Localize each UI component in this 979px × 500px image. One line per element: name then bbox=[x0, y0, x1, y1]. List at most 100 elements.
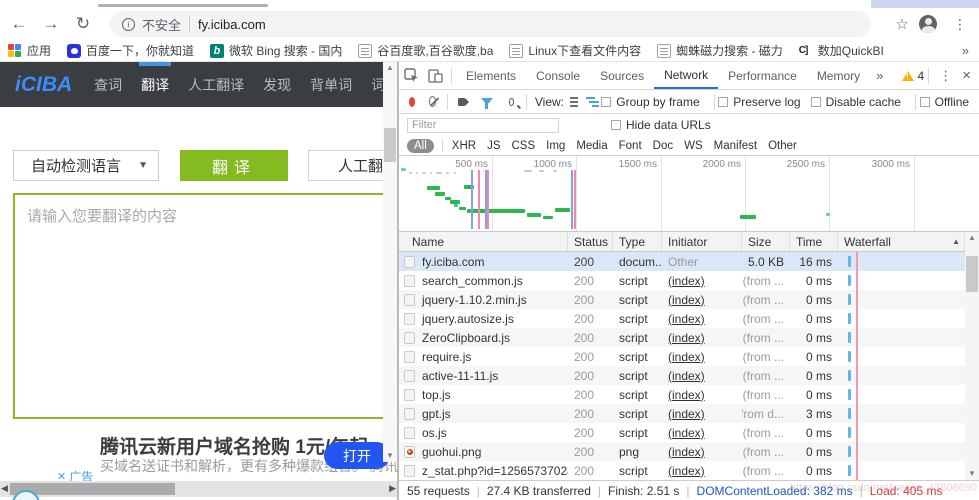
filter-icon[interactable] bbox=[480, 98, 493, 109]
profile-avatar[interactable] bbox=[919, 15, 937, 33]
request-name[interactable]: fy.iciba.com bbox=[399, 252, 568, 271]
offline-checkbox[interactable]: Offline bbox=[919, 95, 969, 109]
request-name[interactable]: active-11-11.js bbox=[399, 366, 568, 385]
bookmark-star-icon[interactable]: ☆ bbox=[889, 11, 915, 37]
scroll-down-icon[interactable]: ▼ bbox=[383, 450, 397, 462]
initiator-cell[interactable]: (index) bbox=[662, 423, 742, 442]
devtools-menu-icon[interactable]: ⋮ bbox=[933, 68, 958, 84]
table-row[interactable]: jquery-1.10.2.min.js 200 script (index) (fro… bbox=[399, 290, 965, 309]
warnings-badge[interactable]: 4 bbox=[901, 69, 924, 83]
site-nav-item[interactable]: 人工翻译 bbox=[188, 62, 244, 107]
clear-icon[interactable] bbox=[428, 96, 437, 107]
column-header-initiator[interactable]: Initiator bbox=[662, 232, 742, 251]
devtools-tab-memory[interactable]: Memory bbox=[807, 62, 870, 89]
reload-icon[interactable]: ↻ bbox=[70, 11, 96, 37]
type-filter-font[interactable]: Font bbox=[619, 140, 642, 152]
info-icon[interactable]: i bbox=[122, 17, 135, 31]
inspect-element-icon[interactable] bbox=[399, 66, 423, 86]
back-icon[interactable]: ← bbox=[6, 11, 32, 37]
scroll-right-icon[interactable]: ▶ bbox=[389, 483, 396, 494]
scroll-up-icon[interactable]: ▲ bbox=[965, 232, 979, 244]
initiator-cell[interactable]: (index) bbox=[662, 404, 742, 423]
type-filter-doc[interactable]: Doc bbox=[653, 140, 673, 152]
initiator-cell[interactable]: (index) bbox=[662, 328, 742, 347]
type-filter-all[interactable]: All bbox=[407, 138, 434, 153]
record-icon[interactable] bbox=[409, 96, 415, 107]
initiator-cell[interactable]: (index) bbox=[662, 366, 742, 385]
type-filter-other[interactable]: Other bbox=[768, 140, 797, 152]
devtools-tab-sources[interactable]: Sources bbox=[590, 62, 654, 89]
waterfall-view-icon[interactable] bbox=[585, 96, 599, 107]
list-view-icon[interactable] bbox=[570, 96, 578, 107]
network-overview-timeline[interactable]: 500 ms 1000 ms 1500 ms 2000 ms 2500 ms 3000 m… bbox=[399, 156, 979, 232]
devtools-tab-network[interactable]: Network bbox=[654, 62, 719, 89]
scroll-up-icon[interactable]: ▲ bbox=[383, 62, 397, 74]
type-filter-ws[interactable]: WS bbox=[684, 140, 703, 152]
forward-icon[interactable]: → bbox=[38, 11, 64, 37]
url-text[interactable]: fy.iciba.com bbox=[198, 17, 266, 32]
initiator-cell[interactable]: (index) bbox=[662, 385, 742, 404]
bookmark-item[interactable]: 百度一下，你就知道 bbox=[67, 42, 194, 59]
iciba-logo[interactable]: iCIBA bbox=[15, 73, 72, 97]
initiator-cell[interactable]: (index) bbox=[662, 290, 742, 309]
table-row[interactable]: guohui.png 200 png (index) (from ... 0 ms bbox=[399, 442, 965, 461]
scroll-left-icon[interactable]: ◀ bbox=[1, 483, 8, 494]
table-row[interactable]: gpt.js 200 script (index)(from d... 3 ms bbox=[399, 404, 965, 423]
filter-input[interactable] bbox=[407, 117, 559, 133]
table-row[interactable]: os.js 200 script (index) (from ... 0 ms bbox=[399, 423, 965, 442]
initiator-cell[interactable]: (index) bbox=[662, 442, 742, 461]
preserve-log-checkbox[interactable]: Preserve log bbox=[718, 95, 801, 109]
column-header-waterfall[interactable]: Waterfall ▲ bbox=[838, 232, 965, 251]
bookmark-item[interactable]: C] 数加QuickBI bbox=[799, 42, 884, 59]
column-header-size[interactable]: Size bbox=[742, 232, 790, 251]
type-filter-xhr[interactable]: XHR bbox=[452, 140, 476, 152]
active-tab-title[interactable] bbox=[98, 4, 268, 7]
disable-cache-checkbox[interactable]: Disable cache bbox=[810, 95, 901, 109]
page-vertical-scrollbar[interactable]: ▲ ▼ bbox=[383, 62, 397, 462]
column-header-status[interactable]: Status bbox=[568, 232, 613, 251]
bookmark-item[interactable]: b 微软 Bing 搜索 - 国内 bbox=[210, 42, 342, 59]
request-name[interactable]: z_stat.php?id=1256573702&w... bbox=[399, 461, 568, 480]
table-scrollbar[interactable]: ▲ ▼ bbox=[965, 232, 979, 480]
page-horizontal-scrollbar[interactable]: ◀ ▶ bbox=[0, 481, 397, 497]
more-tabs-icon[interactable]: » bbox=[870, 68, 889, 83]
request-name[interactable]: jquery.autosize.js bbox=[399, 309, 568, 328]
language-select[interactable]: 自动检测语言 ▼ bbox=[13, 150, 159, 181]
table-row[interactable]: z_stat.php?id=1256573702&w... 200 script (i… bbox=[399, 461, 965, 480]
screenshot-capture-icon[interactable] bbox=[457, 97, 469, 106]
translate-input[interactable] bbox=[13, 193, 397, 419]
scrollbar-thumb[interactable] bbox=[384, 128, 396, 162]
request-name[interactable]: jquery-1.10.2.min.js bbox=[399, 290, 568, 309]
scroll-down-icon[interactable]: ▼ bbox=[965, 468, 979, 480]
type-filter-manifest[interactable]: Manifest bbox=[714, 140, 757, 152]
ad-open-button[interactable]: 打开 bbox=[324, 442, 390, 469]
request-name[interactable]: top.js bbox=[399, 385, 568, 404]
hide-data-urls-checkbox[interactable]: Hide data URLs bbox=[611, 118, 711, 132]
type-filter-img[interactable]: Img bbox=[546, 140, 565, 152]
table-row[interactable]: jquery.autosize.js 200 script (index) (from … bbox=[399, 309, 965, 328]
type-filter-css[interactable]: CSS bbox=[511, 140, 535, 152]
initiator-cell[interactable]: (index) bbox=[662, 309, 742, 328]
request-name[interactable]: gpt.js bbox=[399, 404, 568, 423]
table-row[interactable]: top.js 200 script (index) (from ... 0 ms bbox=[399, 385, 965, 404]
request-name[interactable]: os.js bbox=[399, 423, 568, 442]
url-bar[interactable]: i 不安全 fy.iciba.com bbox=[110, 11, 871, 37]
column-header-time[interactable]: Time bbox=[790, 232, 838, 251]
site-nav-item[interactable]: 背单词 bbox=[310, 62, 352, 107]
bookmark-item[interactable]: 谷百度歌,百谷歌度,ba bbox=[358, 42, 493, 59]
request-name[interactable]: ZeroClipboard.js bbox=[399, 328, 568, 347]
bookmarks-overflow-icon[interactable]: » bbox=[962, 43, 969, 58]
device-toolbar-icon[interactable] bbox=[423, 66, 447, 86]
initiator-cell[interactable]: (index) bbox=[662, 271, 742, 290]
table-row[interactable]: active-11-11.js 200 script (index) (from ...… bbox=[399, 366, 965, 385]
group-by-frame-checkbox[interactable]: Group by frame bbox=[601, 95, 700, 109]
column-header-type[interactable]: Type bbox=[613, 232, 662, 251]
request-name[interactable]: guohui.png bbox=[399, 442, 568, 461]
devtools-tab-console[interactable]: Console bbox=[526, 62, 590, 89]
initiator-cell[interactable]: Other bbox=[662, 252, 742, 271]
type-filter-js[interactable]: JS bbox=[487, 140, 500, 152]
request-name[interactable]: search_common.js bbox=[399, 271, 568, 290]
initiator-cell[interactable]: (index) bbox=[662, 461, 742, 480]
site-nav-item[interactable]: 查词 bbox=[94, 62, 122, 107]
bookmark-item[interactable]: 蜘蛛磁力搜索 - 磁力 bbox=[657, 42, 783, 59]
